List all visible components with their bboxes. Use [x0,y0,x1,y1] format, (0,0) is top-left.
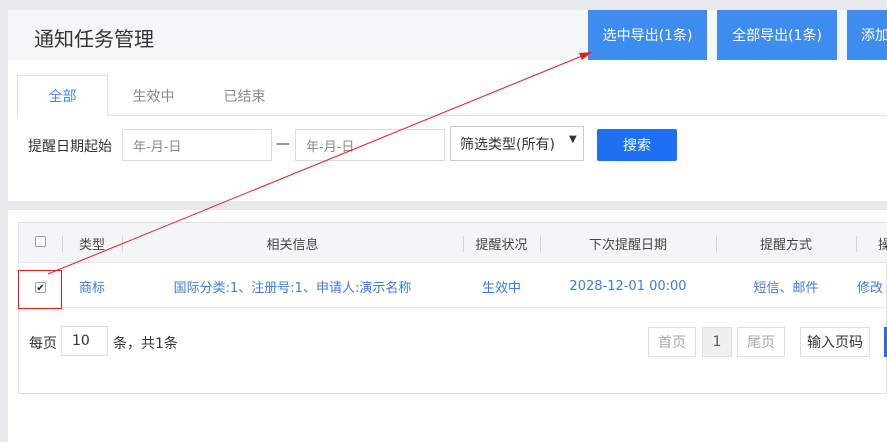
export-selected-button[interactable]: 选中导出(1条) [588,10,707,60]
type-filter-select[interactable]: 筛选类型(所有) [450,126,584,161]
cell-status[interactable]: 生效中 [463,265,540,307]
reminder-date-label: 提醒日期起始 [28,139,112,155]
per-page-label: 每页 [29,336,57,352]
cell-method[interactable]: 短信、邮件 [716,265,856,307]
column-header-method: 提醒方式 [759,237,812,253]
tab-ended[interactable]: 已结束 [199,75,290,116]
column-header-status: 提醒状况 [475,237,528,253]
cell-next-date[interactable]: 2028-12-01 00:00 [540,265,716,307]
column-header-next-date: 下次提醒日期 [588,237,667,253]
last-page-button[interactable]: 尾页 [737,327,785,357]
cell-type[interactable]: 商标 [62,265,122,307]
column-header-type: 类型 [78,237,105,253]
page-title: 通知任务管理 [34,27,154,51]
search-button[interactable]: 搜索 [597,129,677,161]
tab-all[interactable]: 全部 [17,75,108,116]
caret-down-icon: ▼ [569,134,577,145]
column-header-info: 相关信息 [266,237,319,253]
column-separator [856,236,857,252]
date-range-separator: — [276,136,290,152]
cell-info[interactable]: 国际分类:1、注册号:1、申请人:演示名称 [122,265,463,307]
select-all-checkbox[interactable] [35,236,46,247]
tab-active[interactable]: 生效中 [108,75,199,116]
date-end-input[interactable]: 年-月-日 [295,129,445,161]
total-count-label: 条，共1条 [113,336,178,352]
annotation-highlight-box [18,270,62,309]
per-page-input[interactable]: 10 [61,326,108,356]
row-divider [19,307,887,308]
first-page-button[interactable]: 首页 [648,327,696,357]
add-button[interactable]: 添加 [847,10,887,60]
goto-page-input[interactable]: 输入页码 [800,327,870,357]
column-header-action: 操作 [878,237,887,253]
export-all-button[interactable]: 全部导出(1条) [717,10,837,60]
edit-link[interactable]: 修改 [856,265,887,307]
current-page-button[interactable]: 1 [702,327,732,357]
date-start-input[interactable]: 年-月-日 [122,129,272,161]
